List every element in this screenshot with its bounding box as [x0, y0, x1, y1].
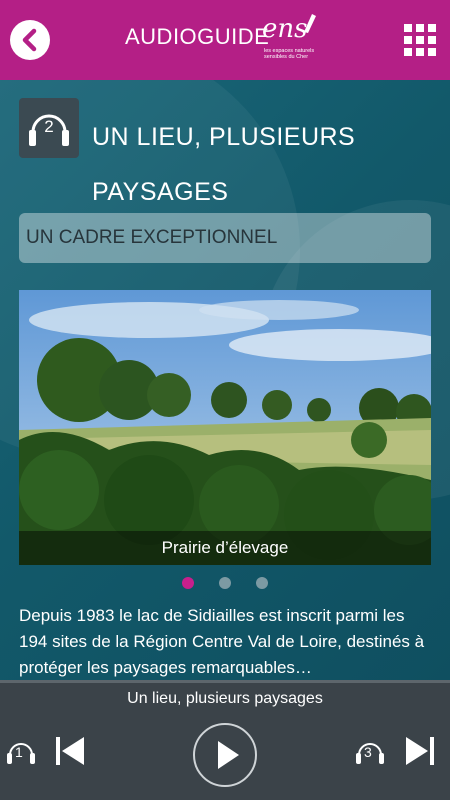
now-playing-title: Un lieu, plusieurs paysages: [127, 690, 323, 707]
grid-menu-icon: [404, 24, 436, 56]
carousel-dot-3[interactable]: [256, 577, 268, 589]
prev-track-number: 1: [15, 744, 23, 760]
track-number: 2: [44, 117, 54, 136]
back-button[interactable]: [10, 20, 50, 60]
image-caption: Prairie d’élevage: [161, 538, 289, 557]
skip-previous-icon: [56, 737, 84, 765]
ens-logo-subtitle: les espaces naturels sensibles du Cher: [264, 48, 315, 60]
carousel-dot-2[interactable]: [219, 577, 231, 589]
next-track-number: 3: [364, 744, 372, 760]
menu-button[interactable]: [404, 24, 436, 56]
page-title: UN LIEU, PLUSIEURS PAYSAGES: [92, 123, 356, 206]
gallery-image[interactable]: Prairie d’élevage: [19, 290, 431, 565]
play-icon: [218, 741, 239, 769]
app-title: AUDIOGUIDE: [125, 24, 270, 49]
section-label: UN CADRE EXCEPTIONNEL: [26, 227, 278, 248]
content-area[interactable]: 2 UN LIEU, PLUSIEURS PAYSAGES UN CADRE E…: [0, 80, 450, 680]
app-header: AUDIOGUIDE ens les espaces naturels sens…: [0, 0, 450, 80]
skip-previous-button[interactable]: [54, 735, 86, 767]
track-badge: 2: [19, 98, 79, 158]
skip-next-button[interactable]: [404, 735, 436, 767]
ens-logo: ens les espaces naturels sensibles du Ch…: [262, 14, 322, 70]
landscape-photo: [19, 290, 431, 565]
caption-bar: Prairie d’élevage: [19, 531, 431, 565]
ens-logo-mark: [304, 14, 316, 33]
chevron-left-icon: [22, 28, 37, 52]
skip-next-icon: [406, 737, 434, 765]
carousel-dots: [0, 577, 450, 591]
next-track-button[interactable]: 3: [352, 735, 388, 771]
play-button[interactable]: [193, 723, 257, 787]
carousel-dot-1[interactable]: [182, 577, 194, 589]
audio-player: Un lieu, plusieurs paysages 1 3: [0, 680, 450, 800]
prev-track-button[interactable]: 1: [3, 735, 39, 771]
description-text: Depuis 1983 le lac de Sidiailles est ins…: [19, 606, 425, 677]
section-header: UN CADRE EXCEPTIONNEL: [19, 213, 431, 263]
